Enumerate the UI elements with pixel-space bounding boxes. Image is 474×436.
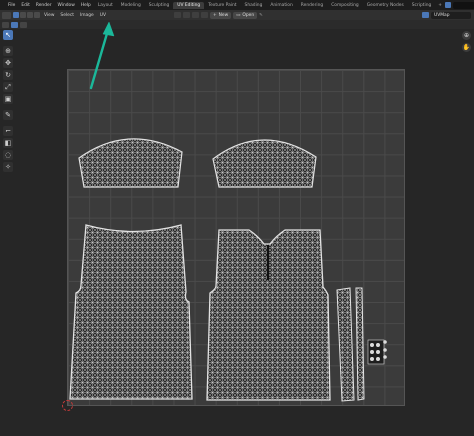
- uv-island-sleeve-right: [212, 139, 317, 188]
- uv-island-button-cluster: [367, 339, 387, 365]
- uv-island-shirt-back: [69, 224, 193, 400]
- uv-layout: [69, 21, 387, 402]
- uv-island-collar-strip-left: [336, 287, 355, 402]
- uv-island-collar-strip-right: [355, 287, 365, 401]
- uv-island-sleeve-left: [78, 138, 183, 188]
- 2d-cursor-icon[interactable]: [62, 400, 73, 411]
- annotation-arrow: [89, 21, 115, 90]
